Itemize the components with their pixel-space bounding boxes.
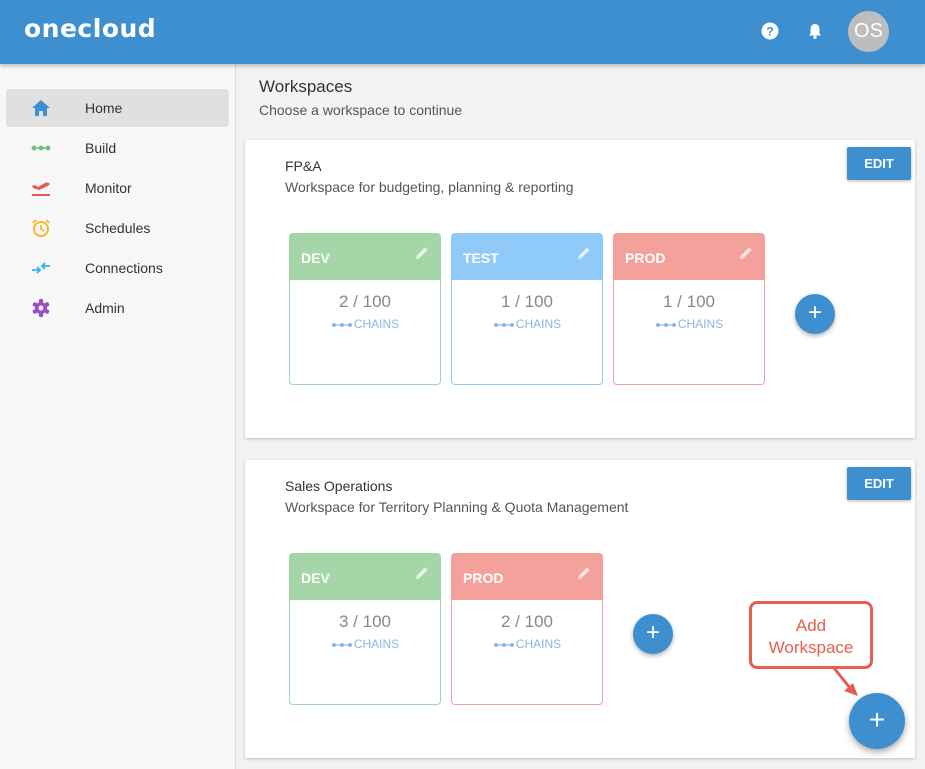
sidebar-item-label: Connections xyxy=(85,260,163,276)
sidebar-item-home[interactable]: Home xyxy=(6,89,229,127)
workspace-description: Workspace for budgeting, planning & repo… xyxy=(285,179,574,195)
chain-icon xyxy=(31,145,51,151)
sidebar-item-schedules[interactable]: Schedules xyxy=(6,209,229,247)
chains-unit: CHAINS xyxy=(515,637,562,651)
callout-arrow-icon xyxy=(832,667,858,696)
pencil-icon[interactable] xyxy=(414,565,430,581)
top-bar: onecloud ? OS xyxy=(0,0,925,64)
environment-name: DEV xyxy=(301,570,330,586)
chain-count: 3 / 100 xyxy=(339,612,391,631)
edit-workspace-button[interactable]: EDIT xyxy=(847,147,911,180)
page-title: Workspaces xyxy=(259,77,353,96)
page-subtitle: Choose a workspace to continue xyxy=(259,102,463,118)
environment-header: PROD xyxy=(452,554,602,600)
environment-card-dev[interactable]: DEV 2 / 100 CHAINS xyxy=(289,233,441,385)
environment-card-prod[interactable]: PROD 2 / 100 CHAINS xyxy=(451,553,603,705)
sidebar-item-label: Admin xyxy=(85,300,125,316)
workspace-description: Workspace for Territory Planning & Quota… xyxy=(285,499,629,515)
pencil-icon[interactable] xyxy=(414,245,430,261)
environment-name: PROD xyxy=(625,250,666,266)
sidebar-item-label: Home xyxy=(85,100,123,116)
chain-icon xyxy=(493,642,514,647)
chains-unit: CHAINS xyxy=(515,317,562,331)
sidebar-item-label: Schedules xyxy=(85,220,151,236)
environment-header: DEV xyxy=(290,234,440,280)
sidebar-item-admin[interactable]: Admin xyxy=(6,289,229,327)
chain-count: 1 / 100 xyxy=(663,292,715,311)
callout-line: Add xyxy=(795,616,827,635)
chains-unit: CHAINS xyxy=(677,317,724,331)
environment-header: PROD xyxy=(614,234,764,280)
chains-unit: CHAINS xyxy=(353,317,400,331)
sidebar-item-label: Monitor xyxy=(85,180,132,196)
chain-icon xyxy=(331,322,352,327)
chain-icon xyxy=(655,322,676,327)
chains-label: CHAINS xyxy=(290,317,440,331)
home-icon xyxy=(32,100,50,116)
pencil-icon[interactable] xyxy=(576,245,592,261)
environment-name: PROD xyxy=(463,570,504,586)
add-workspace-callout: Add Workspace xyxy=(749,601,873,669)
add-environment-button[interactable]: + xyxy=(795,294,835,334)
environment-header: TEST xyxy=(452,234,602,280)
workspace-card-fpa: FP&A Workspace for budgeting, planning &… xyxy=(245,140,915,438)
gear-icon xyxy=(32,299,50,317)
sidebar-item-build[interactable]: Build xyxy=(6,129,229,167)
environment-card-dev[interactable]: DEV 3 / 100 CHAINS xyxy=(289,553,441,705)
add-environment-button[interactable]: + xyxy=(633,614,673,654)
chain-count: 2 / 100 xyxy=(339,292,391,311)
chains-label: CHAINS xyxy=(290,637,440,651)
callout-line: Workspace xyxy=(768,638,854,657)
environment-name: TEST xyxy=(463,250,499,266)
sidebar-item-monitor[interactable]: Monitor xyxy=(6,169,229,207)
app-logo[interactable]: onecloud xyxy=(24,14,156,43)
workspace-name: Sales Operations xyxy=(285,478,393,494)
svg-text:?: ? xyxy=(766,25,773,39)
chain-count: 2 / 100 xyxy=(501,612,553,631)
pencil-icon[interactable] xyxy=(576,565,592,581)
environment-name: DEV xyxy=(301,250,330,266)
chain-icon xyxy=(331,642,352,647)
sidebar-item-connections[interactable]: Connections xyxy=(6,249,229,287)
chain-count: 1 / 100 xyxy=(501,292,553,311)
alarm-clock-icon xyxy=(32,219,50,237)
environment-card-prod[interactable]: PROD 1 / 100 CHAINS xyxy=(613,233,765,385)
edit-workspace-button[interactable]: EDIT xyxy=(847,467,911,500)
bell-icon[interactable] xyxy=(806,22,824,40)
departure-icon xyxy=(32,182,50,196)
chain-icon xyxy=(493,322,514,327)
chains-label: CHAINS xyxy=(614,317,764,331)
environment-header: DEV xyxy=(290,554,440,600)
environment-card-test[interactable]: TEST 1 / 100 CHAINS xyxy=(451,233,603,385)
user-avatar[interactable]: OS xyxy=(848,11,889,52)
transfer-arrows-icon xyxy=(32,262,50,274)
sidebar: Home Build Monitor Schedules Connections… xyxy=(0,64,236,769)
chains-unit: CHAINS xyxy=(353,637,400,651)
chains-label: CHAINS xyxy=(452,317,602,331)
workspace-name: FP&A xyxy=(285,158,322,174)
pencil-icon[interactable] xyxy=(738,245,754,261)
sidebar-item-label: Build xyxy=(85,140,117,156)
help-icon[interactable]: ? xyxy=(761,22,779,40)
chains-label: CHAINS xyxy=(452,637,602,651)
